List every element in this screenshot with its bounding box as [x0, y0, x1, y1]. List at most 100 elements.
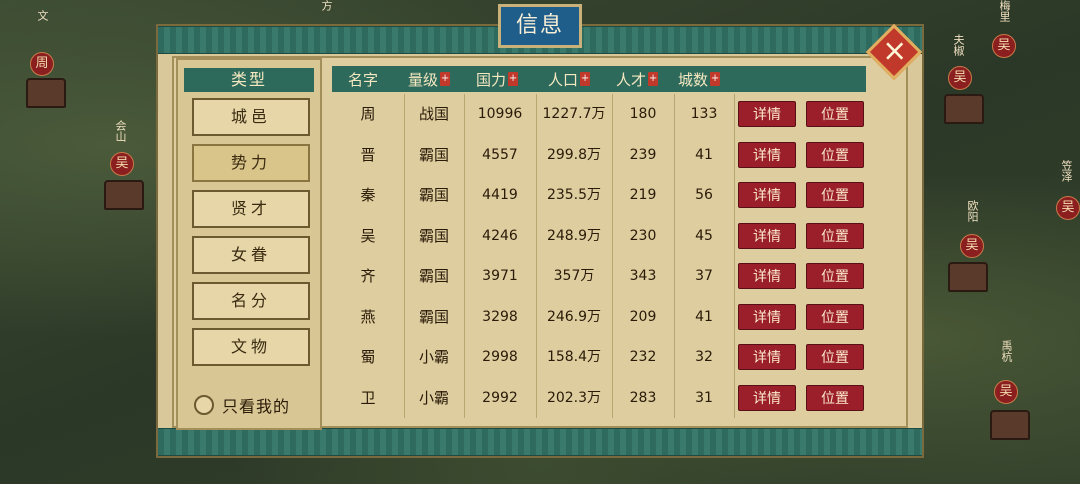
cell-grade: 霸国 — [418, 226, 449, 245]
only-mine-toggle[interactable]: 只看我的 — [194, 390, 320, 420]
cell-pop: 246.9万 — [546, 308, 602, 325]
map-place-name: 夫椒 — [952, 34, 965, 56]
location-button[interactable]: 位置 — [806, 101, 864, 127]
cell-name: 卫 — [360, 388, 376, 407]
column-label: 人才 — [616, 70, 647, 89]
cell-power: 2998 — [482, 349, 518, 365]
location-button[interactable]: 位置 — [806, 182, 864, 208]
column-header-cities[interactable]: 城数 + — [678, 69, 721, 90]
detail-button[interactable]: 详情 — [738, 344, 796, 370]
column-header-power[interactable]: 国力 + — [476, 69, 519, 90]
map-town-icon[interactable] — [948, 262, 988, 292]
cell-cities: 31 — [695, 389, 713, 406]
sidebar-header: 类型 — [184, 68, 314, 92]
table-row: 齐 霸国 3971 357万 343 37 详情 位置 — [332, 256, 866, 296]
map-city-badge[interactable]: 吴 — [1056, 196, 1080, 220]
cell-grade: 霸国 — [418, 186, 449, 204]
column-header-population[interactable]: 人口 + — [548, 69, 591, 90]
map-city-badge[interactable]: 吴 — [994, 380, 1018, 404]
category-sidebar: 类型 城邑 势力 贤才 女眷 名分 文物 只看我的 — [176, 58, 322, 430]
cell-talent: 239 — [629, 146, 657, 163]
cell-pop: 158.4万 — [546, 349, 602, 365]
map-city-badge[interactable]: 周 — [30, 52, 54, 76]
detail-button[interactable]: 详情 — [738, 101, 796, 127]
sort-icon[interactable]: + — [580, 72, 591, 86]
location-button[interactable]: 位置 — [806, 303, 864, 330]
sidebar-item-artifacts[interactable]: 文物 — [192, 328, 310, 366]
detail-button[interactable]: 详情 — [738, 182, 796, 208]
sidebar-item-talents[interactable]: 贤才 — [192, 190, 310, 228]
column-header-talent[interactable]: 人才 + — [616, 69, 659, 90]
column-label: 城数 — [678, 70, 709, 89]
map-town-icon[interactable] — [26, 78, 66, 108]
map-place-name: 方 — [320, 0, 333, 11]
detail-button[interactable]: 详情 — [738, 384, 796, 411]
table-body: 周战国 10996 1227.7万 180 133 详情 位置晋霸国 4557 299.8万 23… — [332, 94, 866, 418]
sort-icon[interactable]: + — [648, 72, 659, 86]
sidebar-item-women[interactable]: 女眷 — [192, 236, 310, 274]
cell-talent: 343 — [629, 268, 657, 284]
cell-power: 3298 — [482, 308, 518, 325]
cell-name: 秦 — [360, 186, 376, 204]
detail-button[interactable]: 详情 — [738, 222, 796, 249]
sidebar-item-factions[interactable]: 势力 — [192, 144, 310, 182]
column-label: 人口 — [548, 70, 579, 89]
detail-button[interactable]: 详情 — [738, 141, 796, 168]
location-button[interactable]: 位置 — [806, 141, 864, 168]
cell-pop: 202.3万 — [546, 389, 602, 406]
table-row: 燕 霸国 3298 246.9万 209 41 详情 位置 — [332, 297, 866, 337]
cell-grade: 霸国 — [418, 145, 449, 164]
cell-talent: 209 — [629, 308, 657, 325]
cell-pop: 357万 — [553, 268, 595, 284]
cell-cities: 37 — [695, 268, 713, 284]
cell-cities: 133 — [690, 106, 718, 122]
cell-name: 燕 — [360, 307, 376, 326]
radio-icon[interactable] — [194, 395, 214, 415]
cell-pop: 1227.7万 — [542, 106, 606, 122]
sort-icon[interactable]: + — [710, 72, 721, 86]
only-mine-label: 只看我的 — [222, 397, 291, 416]
cell-grade: 霸国 — [418, 307, 449, 326]
cell-power: 4557 — [482, 146, 518, 163]
map-place-name: 笠泽 — [1060, 160, 1073, 182]
column-header-grade[interactable]: 量级 + — [408, 69, 451, 90]
cell-name: 周 — [360, 105, 376, 123]
cell-cities: 45 — [695, 227, 713, 244]
dialog-title: 信息 — [498, 4, 582, 48]
map-city-badge[interactable]: 吴 — [960, 234, 984, 258]
detail-button[interactable]: 详情 — [738, 303, 796, 330]
cell-talent: 219 — [629, 187, 657, 203]
location-button[interactable]: 位置 — [806, 263, 864, 289]
cell-cities: 56 — [695, 187, 713, 203]
map-city-badge[interactable]: 吴 — [110, 152, 134, 176]
cell-power: 2992 — [482, 389, 518, 406]
map-town-icon[interactable] — [990, 410, 1030, 440]
cell-power: 10996 — [477, 106, 523, 122]
location-button[interactable]: 位置 — [806, 222, 864, 249]
cell-name: 蜀 — [360, 348, 376, 366]
dialog-bottom-border — [158, 428, 922, 456]
cell-name: 齐 — [360, 267, 376, 285]
cell-pop: 299.8万 — [546, 146, 602, 163]
cell-grade: 霸国 — [418, 267, 449, 285]
detail-button[interactable]: 详情 — [738, 263, 796, 289]
sort-icon[interactable]: + — [508, 72, 519, 86]
cell-talent: 283 — [629, 389, 657, 406]
table-row: 卫 小霸 2992 202.3万 283 31 详情 位置 — [332, 378, 866, 418]
table-row: 蜀 小霸 2998 158.4万 232 32 详情 位置 — [332, 337, 866, 377]
map-city-badge[interactable]: 吴 — [992, 34, 1016, 58]
sort-icon[interactable]: + — [440, 72, 451, 86]
sidebar-item-titles[interactable]: 名分 — [192, 282, 310, 320]
cell-talent: 180 — [629, 106, 657, 122]
cell-name: 吴 — [360, 226, 376, 245]
location-button[interactable]: 位置 — [806, 384, 864, 411]
map-town-icon[interactable] — [104, 180, 144, 210]
cell-cities: 41 — [695, 146, 713, 163]
map-place-name: 会山 — [114, 120, 127, 142]
cell-name: 晋 — [360, 145, 376, 164]
map-town-icon[interactable] — [944, 94, 984, 124]
sidebar-item-cities[interactable]: 城邑 — [192, 98, 310, 136]
column-label: 量级 — [408, 70, 439, 89]
location-button[interactable]: 位置 — [806, 344, 864, 370]
map-city-badge[interactable]: 吴 — [948, 66, 972, 90]
